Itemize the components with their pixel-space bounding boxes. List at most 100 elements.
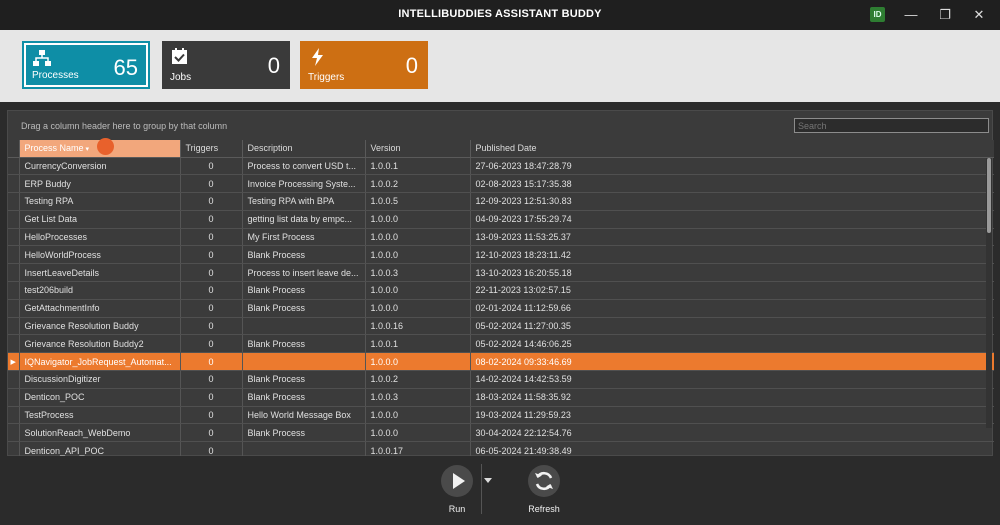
cell-published-date[interactable]: 27-06-2023 18:47:28.79 xyxy=(470,157,994,176)
cell-process-name[interactable]: ERP Buddy xyxy=(19,174,181,194)
cell-triggers[interactable]: 0 xyxy=(180,228,243,247)
cell-process-name[interactable]: SolutionReach_WebDemo xyxy=(19,423,181,443)
cell-published-date[interactable]: 05-02-2024 14:46:06.25 xyxy=(470,334,994,354)
cell-description[interactable] xyxy=(242,441,366,456)
cell-process-name[interactable]: Grievance Resolution Buddy xyxy=(19,317,181,336)
scrollbar-thumb[interactable] xyxy=(987,158,991,233)
cell-triggers[interactable]: 0 xyxy=(180,157,243,176)
column-header-triggers[interactable]: Triggers xyxy=(180,140,243,158)
cell-triggers[interactable]: 0 xyxy=(180,299,243,318)
table-row[interactable]: Get List Data 0 getting list data by empc.… xyxy=(8,210,994,229)
cell-published-date[interactable]: 06-05-2024 21:49:38.49 xyxy=(470,441,994,456)
cell-description[interactable]: Process to insert leave de... xyxy=(242,263,366,283)
cell-description[interactable]: Blank Process xyxy=(242,334,366,354)
table-row[interactable]: CurrencyConversion 0 Process to convert US… xyxy=(8,157,994,176)
cell-description[interactable]: getting list data by empc... xyxy=(242,210,366,229)
cell-description[interactable]: My First Process xyxy=(242,228,366,247)
cell-published-date[interactable]: 02-01-2024 11:12:59.66 xyxy=(470,299,994,318)
row-indicator[interactable] xyxy=(8,406,20,425)
cell-process-name[interactable]: HelloWorldProcess xyxy=(19,245,181,265)
row-indicator[interactable] xyxy=(8,228,20,247)
table-row[interactable]: InsertLeaveDetails 0 Process to insert lea… xyxy=(8,263,994,283)
cell-description[interactable]: Process to convert USD t... xyxy=(242,157,366,176)
cell-description[interactable]: Invoice Processing Syste... xyxy=(242,174,366,194)
cell-published-date[interactable]: 12-09-2023 12:51:30.83 xyxy=(470,192,994,211)
cell-triggers[interactable]: 0 xyxy=(180,388,243,407)
table-row[interactable]: HelloWorldProcess 0 Blank Process 1.0.0.0 12… xyxy=(8,245,994,265)
table-row[interactable]: DiscussionDigitizer 0 Blank Process 1.0.0.2… xyxy=(8,370,994,389)
cell-triggers[interactable]: 0 xyxy=(180,210,243,229)
cell-version[interactable]: 1.0.0.0 xyxy=(365,352,471,372)
cell-description[interactable]: Testing RPA with BPA xyxy=(242,192,366,211)
jobs-card[interactable]: Jobs 0 xyxy=(162,41,290,89)
cell-process-name[interactable]: Denticon_API_POC xyxy=(19,441,181,456)
cell-process-name[interactable]: GetAttachmentInfo xyxy=(19,299,181,318)
cell-published-date[interactable]: 30-04-2024 22:12:54.76 xyxy=(470,423,994,443)
cell-version[interactable]: 1.0.0.17 xyxy=(365,441,471,456)
cell-process-name[interactable]: TestProcess xyxy=(19,406,181,425)
cell-triggers[interactable]: 0 xyxy=(180,192,243,211)
cell-process-name[interactable]: CurrencyConversion xyxy=(19,157,181,176)
cell-description[interactable]: Blank Process xyxy=(242,281,366,300)
row-indicator[interactable] xyxy=(8,245,20,265)
cell-published-date[interactable]: 14-02-2024 14:42:53.59 xyxy=(470,370,994,389)
triggers-card[interactable]: Triggers 0 xyxy=(300,41,428,89)
row-indicator[interactable] xyxy=(8,423,20,443)
table-row[interactable]: Denticon_POC 0 Blank Process 1.0.0.3 18-03-2… xyxy=(8,388,994,407)
cell-version[interactable]: 1.0.0.0 xyxy=(365,423,471,443)
cell-triggers[interactable]: 0 xyxy=(180,334,243,354)
cell-version[interactable]: 1.0.0.0 xyxy=(365,228,471,247)
cell-description[interactable] xyxy=(242,317,366,336)
table-row[interactable]: SolutionReach_WebDemo 0 Blank Process 1.0.0… xyxy=(8,423,994,443)
cell-description[interactable] xyxy=(242,352,366,372)
row-indicator[interactable] xyxy=(8,281,20,300)
cell-published-date[interactable]: 05-02-2024 11:27:00.35 xyxy=(470,317,994,336)
row-indicator[interactable] xyxy=(8,370,20,389)
cell-triggers[interactable]: 0 xyxy=(180,370,243,389)
cell-published-date[interactable]: 18-03-2024 11:58:35.92 xyxy=(470,388,994,407)
run-dropdown-icon[interactable] xyxy=(484,478,492,483)
cell-version[interactable]: 1.0.0.5 xyxy=(365,192,471,211)
row-indicator[interactable] xyxy=(8,299,20,318)
cell-process-name[interactable]: Grievance Resolution Buddy2 xyxy=(19,334,181,354)
column-header-version[interactable]: Version xyxy=(365,140,471,158)
table-row[interactable]: Grievance Resolution Buddy 0 1.0.0.16 05-02… xyxy=(8,317,994,336)
processes-card[interactable]: Processes 65 xyxy=(22,41,150,89)
column-header-description[interactable]: Description xyxy=(242,140,366,158)
cell-triggers[interactable]: 0 xyxy=(180,423,243,443)
cell-published-date[interactable]: 19-03-2024 11:29:59.23 xyxy=(470,406,994,425)
table-row[interactable]: Grievance Resolution Buddy2 0 Blank Proces… xyxy=(8,334,994,354)
cell-version[interactable]: 1.0.0.0 xyxy=(365,281,471,300)
close-button[interactable]: ✕ xyxy=(968,4,990,26)
cell-triggers[interactable]: 0 xyxy=(180,317,243,336)
row-indicator[interactable] xyxy=(8,388,20,407)
cell-triggers[interactable]: 0 xyxy=(180,406,243,425)
cell-process-name[interactable]: Testing RPA xyxy=(19,192,181,211)
restore-button[interactable]: ❐ xyxy=(934,4,956,26)
refresh-button[interactable] xyxy=(528,465,560,497)
cell-version[interactable]: 1.0.0.3 xyxy=(365,388,471,407)
cell-process-name[interactable]: test206build xyxy=(19,281,181,300)
cell-triggers[interactable]: 0 xyxy=(180,245,243,265)
cell-version[interactable]: 1.0.0.0 xyxy=(365,406,471,425)
filter-funnel-icon[interactable]: ▾ xyxy=(84,146,89,153)
cell-description[interactable]: Blank Process xyxy=(242,388,366,407)
cell-published-date[interactable]: 04-09-2023 17:55:29.74 xyxy=(470,210,994,229)
cell-description[interactable]: Hello World Message Box xyxy=(242,406,366,425)
search-input[interactable] xyxy=(794,118,989,133)
cell-published-date[interactable]: 12-10-2023 18:23:11.42 xyxy=(470,245,994,265)
group-by-hint[interactable]: Drag a column header here to group by th… xyxy=(21,121,227,131)
cell-triggers[interactable]: 0 xyxy=(180,441,243,456)
row-indicator[interactable] xyxy=(8,263,20,283)
cell-published-date[interactable]: 13-09-2023 11:53:25.37 xyxy=(470,228,994,247)
cell-version[interactable]: 1.0.0.3 xyxy=(365,263,471,283)
cell-version[interactable]: 1.0.0.0 xyxy=(365,299,471,318)
cell-version[interactable]: 1.0.0.0 xyxy=(365,210,471,229)
row-indicator[interactable] xyxy=(8,174,20,194)
minimize-button[interactable]: — xyxy=(900,4,922,26)
cell-triggers[interactable]: 0 xyxy=(180,352,243,372)
cell-process-name[interactable]: IQNavigator_JobRequest_Automat... xyxy=(19,352,181,372)
table-row[interactable]: HelloProcesses 0 My First Process 1.0.0.0 13… xyxy=(8,228,994,247)
cell-description[interactable]: Blank Process xyxy=(242,370,366,389)
cell-published-date[interactable]: 02-08-2023 15:17:35.38 xyxy=(470,174,994,194)
